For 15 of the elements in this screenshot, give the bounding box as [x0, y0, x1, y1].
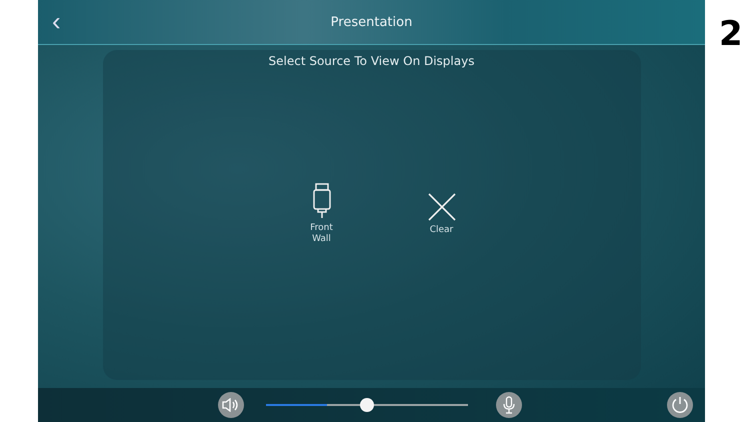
close-icon	[428, 192, 456, 220]
cable-plug-icon	[312, 183, 330, 219]
microphone-icon	[503, 396, 515, 414]
back-button[interactable]: ‹	[46, 6, 67, 37]
microphone-button[interactable]	[496, 392, 522, 418]
power-button[interactable]	[667, 392, 693, 418]
clear-button[interactable]: Clear	[414, 192, 470, 236]
source-button[interactable]: Front Wall	[294, 183, 350, 245]
page-number: 2	[719, 14, 743, 56]
power-icon	[671, 396, 689, 414]
screen-title: Presentation	[330, 14, 412, 30]
speaker-button[interactable]	[218, 392, 244, 418]
slider-thumb[interactable]	[360, 398, 374, 412]
speaker-icon	[222, 398, 240, 412]
panel-heading: Select Source To View On Displays	[268, 54, 474, 68]
